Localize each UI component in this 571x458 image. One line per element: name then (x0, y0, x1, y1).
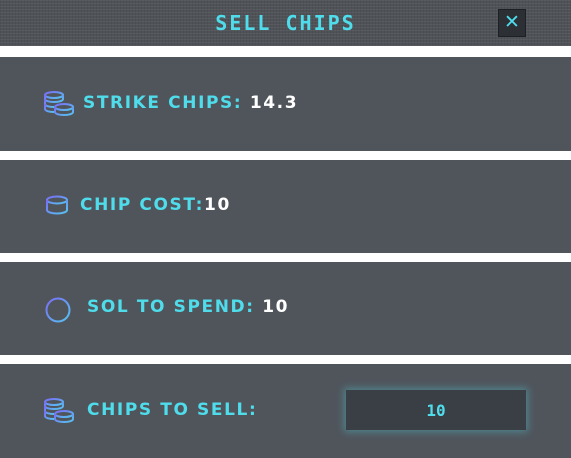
close-button[interactable]: ✕ (498, 9, 526, 37)
sol-to-spend-label: SOL TO SPEND: 10 (87, 297, 289, 317)
strike-chips-row: STRIKE CHIPS: 14.3 (0, 57, 571, 151)
chips-to-sell-label: CHIPS TO SELL: (87, 400, 258, 420)
sol-to-spend-value: 10 (262, 297, 290, 317)
modal-title: SELL CHIPS (215, 11, 356, 35)
sell-chips-modal: SELL CHIPS ✕ STRIKE CHIPS: 14.3 CHIP COS… (0, 0, 571, 458)
chips-to-sell-row: CHIPS TO SELL: (0, 364, 571, 458)
sol-token-icon (45, 297, 71, 323)
chips-to-sell-input[interactable] (346, 390, 526, 430)
single-chip-icon (46, 195, 68, 215)
coin-stack-icon (44, 398, 74, 424)
sol-to-spend-row: SOL TO SPEND: 10 (0, 262, 571, 355)
close-icon: ✕ (504, 11, 520, 33)
sol-to-spend-label-text: SOL TO SPEND: (87, 297, 255, 317)
chip-cost-label: CHIP COST:10 (80, 195, 231, 215)
chip-cost-row: CHIP COST:10 (0, 160, 571, 253)
chip-cost-value: 10 (204, 195, 231, 215)
modal-header: SELL CHIPS ✕ (0, 0, 571, 46)
coin-stack-icon (44, 91, 74, 117)
strike-chips-label: STRIKE CHIPS: 14.3 (83, 93, 298, 113)
chip-cost-label-text: CHIP COST: (80, 195, 205, 215)
strike-chips-value: 14.3 (249, 93, 299, 113)
strike-chips-label-text: STRIKE CHIPS: (83, 93, 243, 113)
